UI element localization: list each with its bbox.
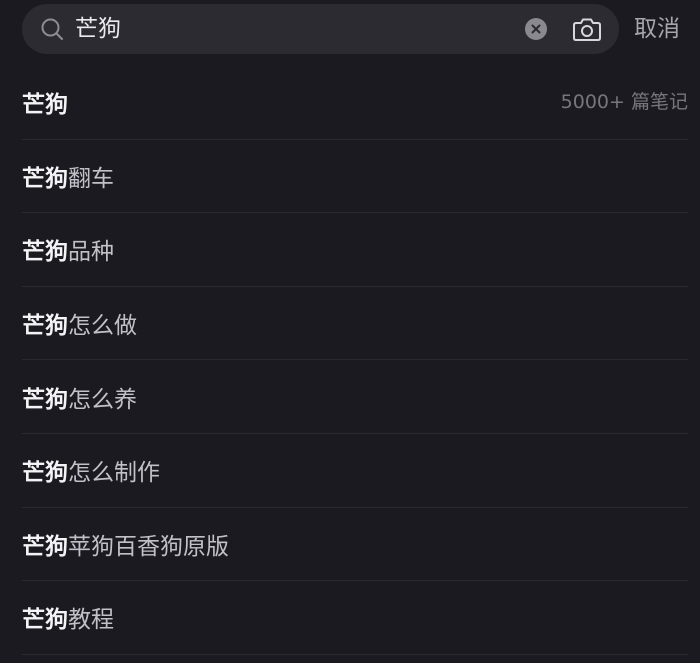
suggestion-keyword: 芒狗 — [22, 386, 68, 413]
suggestion-item[interactable]: 芒狗 教程 — [22, 581, 688, 655]
suggestion-keyword: 芒狗 — [22, 239, 68, 266]
suggestion-item[interactable]: 芒狗 5000+ 篇笔记 — [22, 66, 688, 140]
suggestion-rest: 品种 — [68, 239, 114, 266]
suggestion-keyword: 芒狗 — [22, 92, 68, 119]
suggestion-item[interactable]: 芒狗 苹狗百香狗原版 — [22, 508, 688, 582]
suggestion-list: 芒狗 5000+ 篇笔记 芒狗 翻车 芒狗 品种 芒狗 怎么做 芒狗 怎么养 芒狗 怎么制… — [22, 66, 688, 655]
search-icon — [40, 17, 64, 41]
cancel-button[interactable]: 取消 — [634, 4, 680, 54]
suggestion-keyword: 芒狗 — [22, 165, 68, 192]
suggestion-keyword: 芒狗 — [22, 607, 68, 634]
suggestion-keyword: 芒狗 — [22, 460, 68, 487]
camera-icon[interactable] — [572, 16, 602, 42]
suggestion-rest: 翻车 — [68, 165, 114, 192]
suggestion-keyword: 芒狗 — [22, 533, 68, 560]
clear-icon[interactable] — [525, 18, 547, 40]
search-input[interactable]: 芒狗 — [75, 4, 505, 54]
suggestion-item[interactable]: 芒狗 怎么制作 — [22, 434, 688, 508]
suggestion-rest: 怎么做 — [68, 313, 137, 340]
search-bar[interactable]: 芒狗 — [22, 4, 619, 54]
suggestion-item[interactable]: 芒狗 怎么养 — [22, 360, 688, 434]
suggestion-rest: 怎么养 — [68, 386, 137, 413]
suggestion-item[interactable]: 芒狗 翻车 — [22, 140, 688, 214]
suggestion-item[interactable]: 芒狗 品种 — [22, 213, 688, 287]
suggestion-item[interactable]: 芒狗 怎么做 — [22, 287, 688, 361]
suggestion-rest: 怎么制作 — [68, 460, 160, 487]
suggestion-rest: 苹狗百香狗原版 — [68, 533, 229, 560]
suggestion-keyword: 芒狗 — [22, 313, 68, 340]
note-count: 5000+ 篇笔记 — [560, 91, 688, 113]
suggestion-rest: 教程 — [68, 607, 114, 634]
